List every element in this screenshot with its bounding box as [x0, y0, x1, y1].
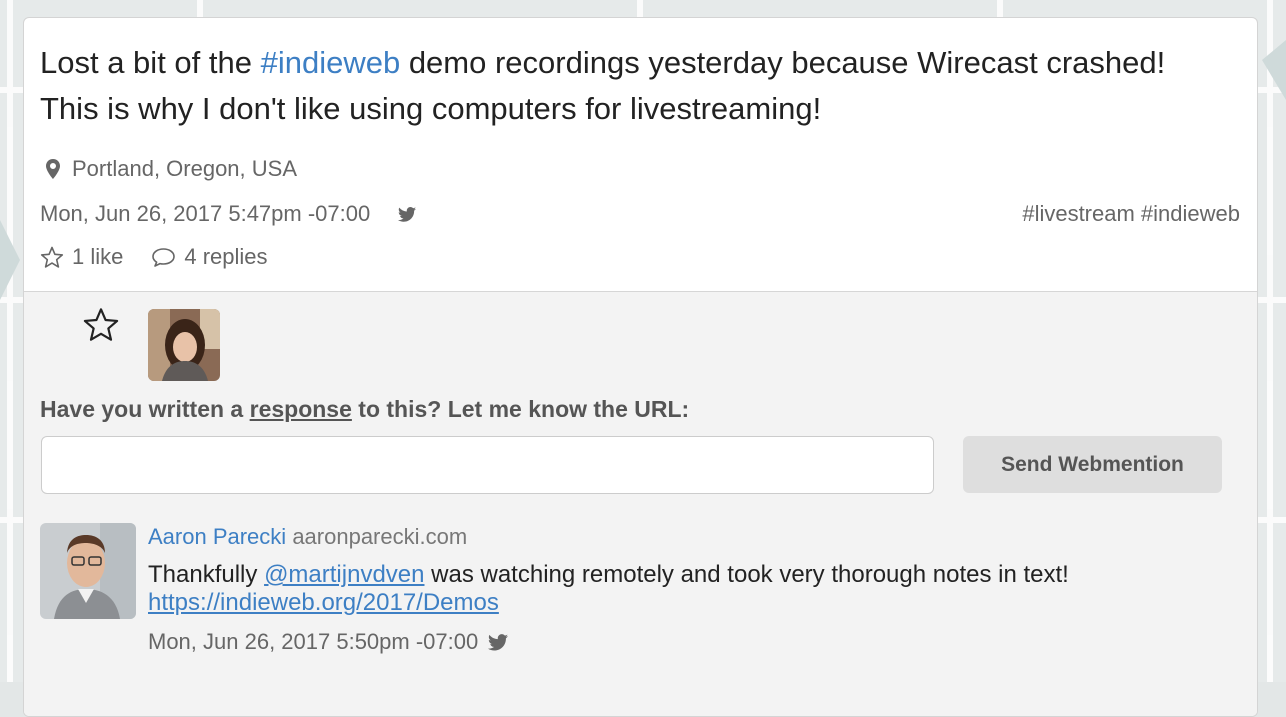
response-link[interactable]: response: [250, 396, 352, 422]
note-actions: 1 like 4 replies: [40, 244, 296, 270]
webmention-prompt-start: Have you written a: [40, 396, 250, 422]
twitter-icon[interactable]: [488, 633, 509, 651]
send-webmention-button[interactable]: Send Webmention: [963, 436, 1222, 493]
location-label: Portland, Oregon, USA: [72, 156, 298, 181]
reply-author-url[interactable]: aaronparecki.com: [292, 524, 467, 549]
reply-published-date[interactable]: Mon, Jun 26, 2017 5:50pm -07:00: [148, 629, 478, 655]
webmention-url-input[interactable]: [41, 436, 934, 494]
reply-body: Aaron Parecki aaronparecki.com Thankfull…: [148, 523, 1228, 655]
note-card: Lost a bit of the #indieweb demo recordi…: [23, 17, 1258, 717]
likes-count: 1 like: [72, 244, 124, 269]
replies-action[interactable]: 4 replies: [151, 244, 268, 270]
location: Portland, Oregon, USA: [46, 156, 297, 182]
note-content: Lost a bit of the #indieweb demo recordi…: [40, 40, 1230, 132]
note-text-start: Lost a bit of the: [40, 45, 261, 80]
published-date[interactable]: Mon, Jun 26, 2017 5:47pm -07:00: [40, 201, 370, 227]
reply-author-line: Aaron Parecki aaronparecki.com: [148, 523, 1228, 551]
note-tags[interactable]: #livestream #indieweb: [1022, 201, 1240, 227]
webmention-prompt-end: to this? Let me know the URL:: [351, 396, 690, 422]
mention-link[interactable]: @martijnvdven: [264, 561, 424, 588]
reply-text-start: Thankfully: [148, 561, 265, 588]
star-outline-icon: [40, 246, 64, 269]
twitter-icon[interactable]: [398, 206, 417, 222]
reply-meta: Mon, Jun 26, 2017 5:50pm -07:00: [148, 629, 1228, 655]
reply-author-name[interactable]: Aaron Parecki: [148, 524, 286, 549]
replies-count: 4 replies: [184, 244, 268, 269]
star-icon: [82, 307, 120, 343]
hashtag-link[interactable]: #indieweb: [261, 45, 401, 80]
reply-author-avatar[interactable]: [40, 523, 136, 619]
comment-bubble-icon: [151, 247, 176, 268]
responses-section: Have you written a response to this? Let…: [24, 291, 1257, 716]
like-action[interactable]: 1 like: [40, 244, 123, 270]
liker-avatar[interactable]: [148, 309, 220, 381]
map-pin-icon: [46, 159, 60, 179]
reply-text-end: was watching remotely and took very thor…: [424, 561, 1069, 588]
note-meta: Mon, Jun 26, 2017 5:47pm -07:00: [40, 201, 417, 227]
webmention-prompt: Have you written a response to this? Let…: [40, 396, 689, 423]
reply-url-link[interactable]: https://indieweb.org/2017/Demos: [148, 589, 499, 616]
reply-content: Thankfully @martijnvdven was watching re…: [148, 561, 1228, 617]
